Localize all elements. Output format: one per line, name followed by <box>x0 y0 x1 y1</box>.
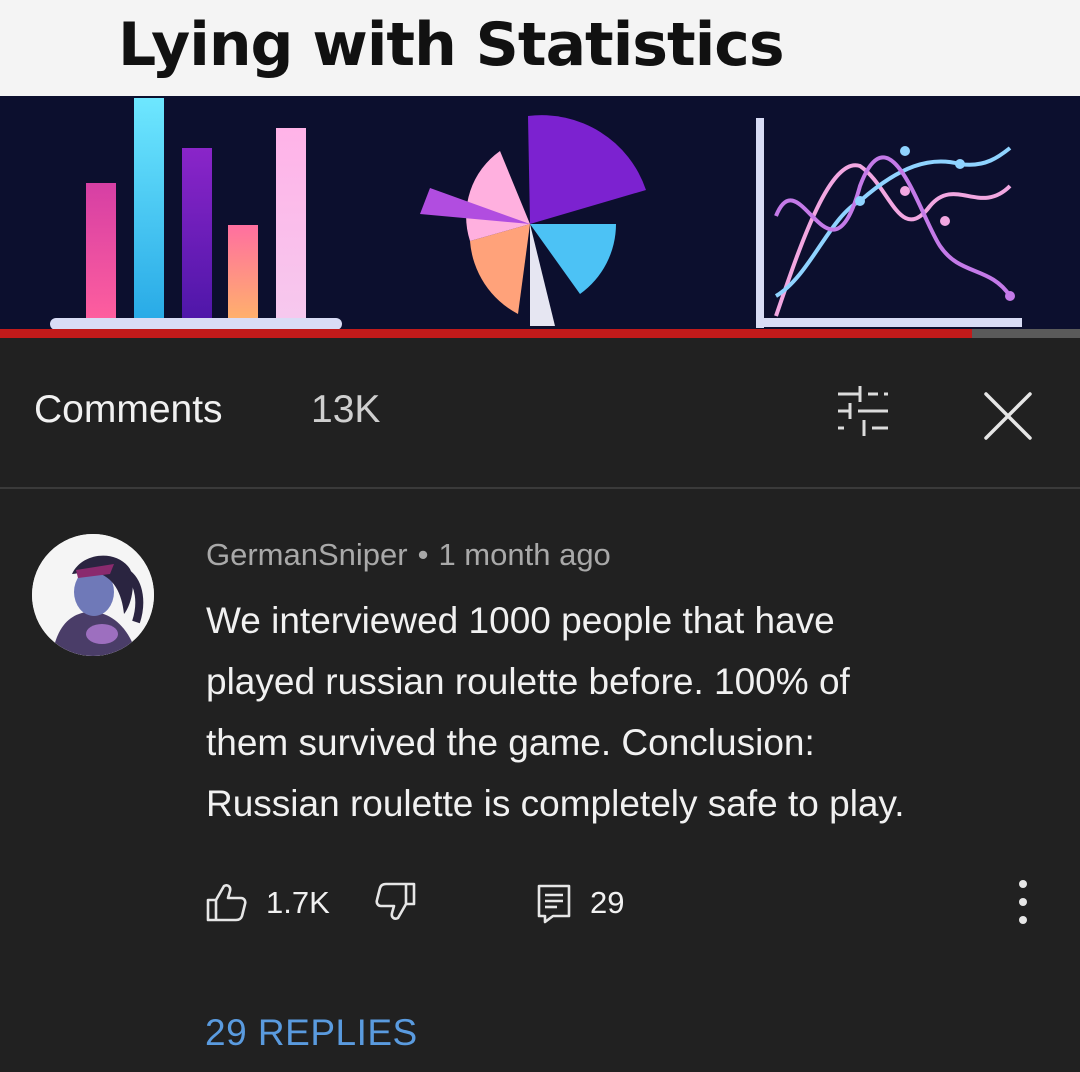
video-thumbnail[interactable]: Lying with Statistics <box>0 0 1080 338</box>
dislike-button[interactable] <box>374 877 418 927</box>
comments-count: 13K <box>311 388 381 431</box>
thumbnail-title-banner: Lying with Statistics <box>0 0 1080 96</box>
comments-title: Comments <box>34 388 223 431</box>
thumb-bar-2 <box>134 98 164 323</box>
comment-text: We interviewed 1000 people that have pla… <box>206 600 905 824</box>
thumbnail-title: Lying with Statistics <box>118 10 785 80</box>
video-progress-fill <box>0 329 972 338</box>
view-replies-link[interactable]: 29 REPLIES <box>205 1012 418 1054</box>
thumbs-down-icon <box>375 882 416 920</box>
header-divider <box>0 487 1080 489</box>
like-count: 1.7K <box>266 885 330 920</box>
avatar-image <box>32 534 154 656</box>
thumb-bar-4 <box>228 225 258 323</box>
reply-count: 29 <box>590 885 625 920</box>
close-icon[interactable] <box>978 386 1038 446</box>
thumb-bar-5 <box>276 128 306 323</box>
reply-comment-icon <box>537 884 571 924</box>
thumbnail-illustration <box>50 98 1022 330</box>
thumbs-up-icon <box>206 884 247 922</box>
thumb-bar-3 <box>182 148 212 323</box>
comment-time: 1 month ago <box>438 537 611 572</box>
comment-meta: GermanSniper • 1 month ago <box>206 537 611 573</box>
more-options-icon[interactable] <box>1008 876 1038 928</box>
comment-author[interactable]: GermanSniper <box>206 537 408 572</box>
thumb-bar-1 <box>86 183 116 323</box>
reply-button[interactable] <box>533 877 577 927</box>
filter-sliders-icon[interactable] <box>834 382 892 440</box>
avatar[interactable] <box>32 534 154 656</box>
meta-separator: • <box>417 537 429 572</box>
like-button[interactable] <box>204 877 248 927</box>
video-progress-bar[interactable] <box>0 329 1080 338</box>
comments-header: Comments 13K <box>0 338 1080 488</box>
